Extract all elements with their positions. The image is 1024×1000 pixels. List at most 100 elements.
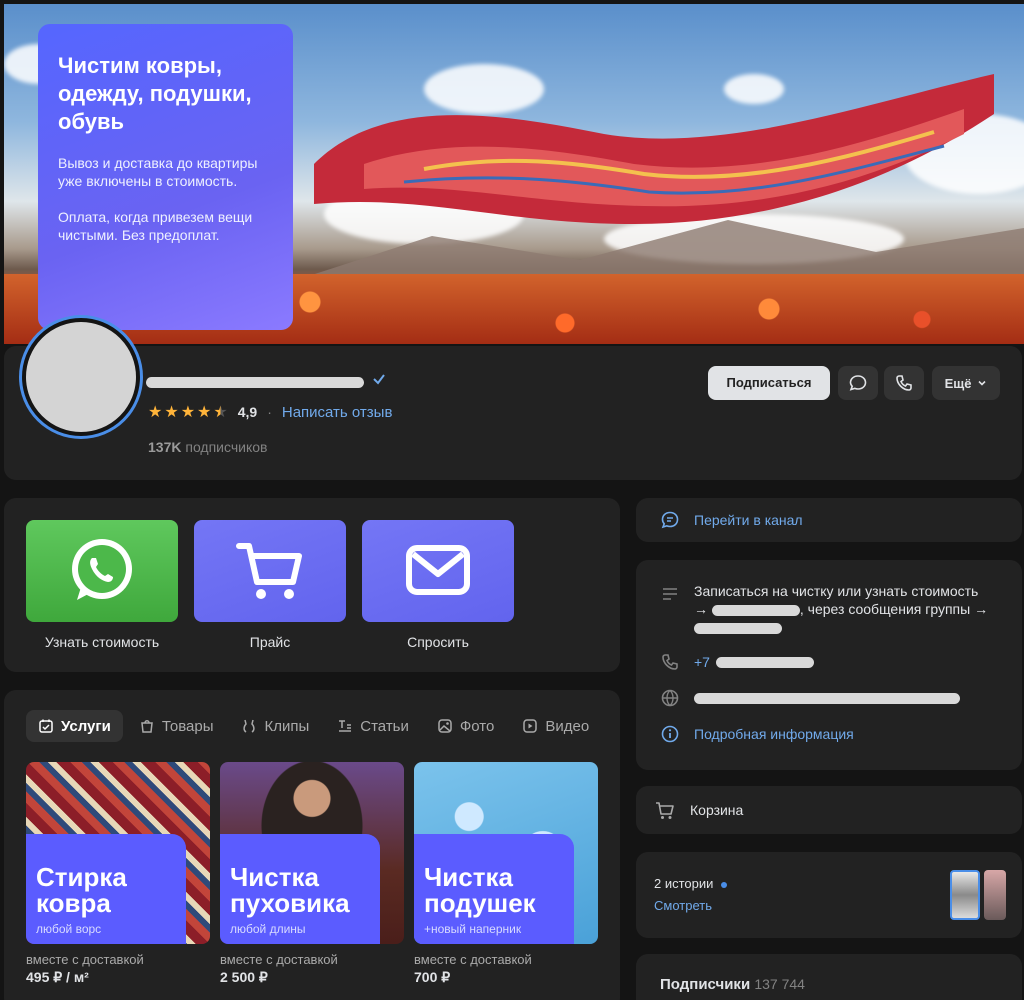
tab-label: Фото — [459, 717, 495, 735]
chat-bubble-icon — [849, 375, 867, 391]
subscribers-count: 137K подписчиков — [148, 439, 267, 455]
star-icon: ★ — [148, 404, 163, 421]
unread-dot — [721, 881, 728, 888]
rating-value: 4,9 — [237, 404, 258, 420]
product-card-carpet[interactable]: Стирка ковра любой ворс вместе с доставк… — [26, 762, 210, 986]
message-button[interactable] — [838, 366, 878, 400]
tab-goods[interactable]: Товары — [127, 710, 226, 742]
subscribers-title: Подписчики — [660, 976, 751, 993]
bag-icon — [141, 720, 153, 733]
verified-check-icon — [373, 374, 385, 385]
flying-carpet — [314, 74, 994, 224]
community-name-redacted — [146, 377, 364, 388]
phone-prefix[interactable]: +7 — [694, 654, 710, 670]
services-icon — [39, 719, 53, 733]
action-tile[interactable] — [194, 520, 346, 622]
product-price: 700 ₽ — [414, 969, 451, 985]
product-title-line1: Чистка — [424, 862, 513, 892]
write-review-link[interactable]: Написать отзыв — [282, 404, 393, 421]
tab-articles[interactable]: Статьи — [325, 710, 421, 742]
tab-services[interactable]: Услуги — [26, 710, 123, 742]
cart-icon — [656, 802, 674, 819]
profile-header: ★ ★ ★ ★ ★ 4,9 · Написать отзыв 137K подп… — [4, 318, 1022, 480]
info-block: Записаться на чистку или узнать стоимост… — [636, 560, 1022, 770]
redacted-link[interactable] — [694, 622, 782, 634]
product-title-line2: пуховика — [230, 888, 350, 918]
product-title-line1: Стирка — [36, 862, 127, 892]
action-label: Узнать стоимость — [44, 634, 160, 650]
story-thumbnail[interactable] — [950, 870, 980, 920]
tab-label: Товары — [161, 717, 214, 735]
product-price: 2 500 ₽ — [220, 969, 268, 985]
info-description: Записаться на чистку или узнать стоимост… — [694, 582, 1024, 636]
product-badge: Чистка подушек +новый наперник — [414, 834, 574, 944]
cart-icon — [236, 543, 302, 599]
tab-clips[interactable]: Клипы — [229, 710, 321, 742]
whatsapp-icon — [72, 539, 132, 600]
promo-text-payment: Оплата, когда привезем вещи чистыми. Без… — [58, 209, 253, 243]
promo-title: Чистим ковры, одежду, подушки, обувь — [58, 53, 252, 134]
action-tile[interactable] — [362, 520, 514, 622]
star-icon: ★ — [164, 404, 179, 421]
redacted-website[interactable] — [694, 692, 960, 704]
subscribe-button[interactable]: Подписаться — [708, 366, 830, 400]
redacted-link[interactable] — [711, 604, 800, 616]
stories-count-row: 2 истории — [654, 876, 728, 891]
promo-card: Чистим ковры, одежду, подушки, обувь Выв… — [38, 24, 293, 330]
product-image[interactable]: Чистка подушек +новый наперник — [414, 762, 598, 944]
redacted-phone[interactable] — [715, 656, 814, 668]
promo-text-delivery: Вывоз и доставка до квартиры уже включен… — [58, 155, 258, 189]
action-tile[interactable] — [26, 520, 178, 622]
product-card-pillows[interactable]: Чистка подушек +новый наперник вместе с … — [414, 762, 598, 986]
tab-label: Видео — [545, 717, 590, 735]
tab-video[interactable]: Видео — [510, 710, 601, 742]
info-text: Записаться на чистку или узнать стоимост… — [694, 583, 979, 599]
product-badge: Чистка пуховика любой длины — [220, 834, 380, 944]
stories-block[interactable]: 2 истории Смотреть — [636, 852, 1022, 938]
quick-actions: Узнать стоимость Прайс Спросить — [4, 498, 620, 672]
product-subtitle: +новый наперник — [424, 922, 522, 936]
cart-label: Корзина — [690, 802, 744, 818]
product-badge: Стирка ковра любой ворс — [26, 834, 186, 944]
tab-label: Клипы — [264, 717, 310, 735]
call-button[interactable] — [884, 366, 924, 400]
info-icon — [661, 725, 679, 743]
phone-icon — [662, 654, 678, 670]
content-tabs: Услуги Товары Клипы Статьи Фото Видео — [26, 710, 601, 742]
product-image[interactable]: Чистка пуховика любой длины — [220, 762, 404, 944]
action-label: Прайс — [249, 634, 291, 650]
stories-count: 2 истории — [654, 876, 714, 891]
tab-label: Статьи — [360, 717, 409, 735]
stories-watch-link[interactable]: Смотреть — [654, 898, 712, 913]
channel-link-label: Перейти в канал — [694, 512, 803, 528]
go-to-channel-link[interactable]: Перейти в канал — [636, 498, 1022, 542]
separator-dot: · — [267, 404, 272, 420]
subscribers-block[interactable]: Подписчики 137 744 — [636, 954, 1022, 1000]
avatar[interactable] — [22, 318, 140, 436]
action-ask[interactable]: Спросить — [362, 520, 514, 650]
product-title-line2: подушек — [424, 888, 536, 918]
mail-icon — [406, 545, 470, 595]
product-subtitle: любой длины — [230, 922, 306, 936]
product-image[interactable]: Стирка ковра любой ворс — [26, 762, 210, 944]
rating: ★ ★ ★ ★ ★ 4,9 · Написать отзыв — [148, 402, 392, 422]
action-price-list[interactable]: Прайс — [194, 520, 346, 650]
product-title-line1: Чистка — [230, 862, 319, 892]
product-card-down-jacket[interactable]: Чистка пуховика любой длины вместе с дос… — [220, 762, 404, 986]
story-thumbnail[interactable] — [984, 870, 1006, 920]
action-price-whatsapp[interactable]: Узнать стоимость — [26, 520, 178, 650]
phone-icon — [896, 375, 912, 391]
chevron-down-icon — [978, 380, 987, 386]
more-button[interactable]: Ещё — [932, 366, 1000, 400]
tab-photo[interactable]: Фото — [425, 710, 506, 742]
text-lines-icon — [663, 588, 677, 600]
subscribers-label: подписчиков — [185, 439, 268, 455]
product-caption: вместе с доставкой — [26, 952, 144, 967]
more-info-row[interactable]: Подробная информация — [660, 724, 854, 744]
video-icon — [523, 719, 538, 733]
more-info-link[interactable]: Подробная информация — [694, 726, 854, 742]
product-caption: вместе с доставкой — [220, 952, 338, 967]
subscribers-number: 137K — [148, 439, 182, 455]
cart-link[interactable]: Корзина — [636, 786, 1022, 834]
product-price: 495 ₽ / м² — [26, 969, 89, 985]
